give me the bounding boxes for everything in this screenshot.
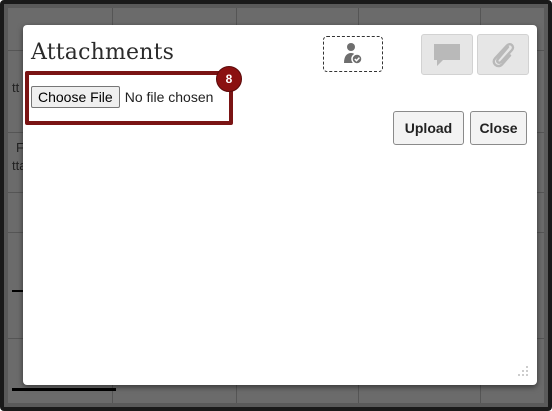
dialog-title: Attachments bbox=[31, 40, 175, 65]
attach-button[interactable] bbox=[477, 34, 529, 75]
user-status-icon bbox=[344, 43, 363, 65]
upload-button[interactable]: Upload bbox=[393, 111, 464, 145]
highlight-callout bbox=[25, 71, 233, 125]
screenshot-frame: tt F tta Attachments Choose File No file… bbox=[0, 0, 552, 411]
bg-divider bbox=[12, 388, 116, 391]
resize-grip-icon[interactable] bbox=[517, 365, 529, 377]
attachments-dialog: Attachments Choose File No file chosen 8… bbox=[23, 25, 537, 385]
comment-icon bbox=[434, 43, 460, 66]
bg-text-fragment: tt bbox=[12, 80, 20, 95]
user-status-button[interactable] bbox=[323, 36, 383, 72]
paperclip-icon bbox=[492, 42, 515, 67]
comment-button[interactable] bbox=[421, 34, 473, 75]
close-button[interactable]: Close bbox=[470, 111, 527, 145]
step-badge: 8 bbox=[216, 66, 242, 92]
